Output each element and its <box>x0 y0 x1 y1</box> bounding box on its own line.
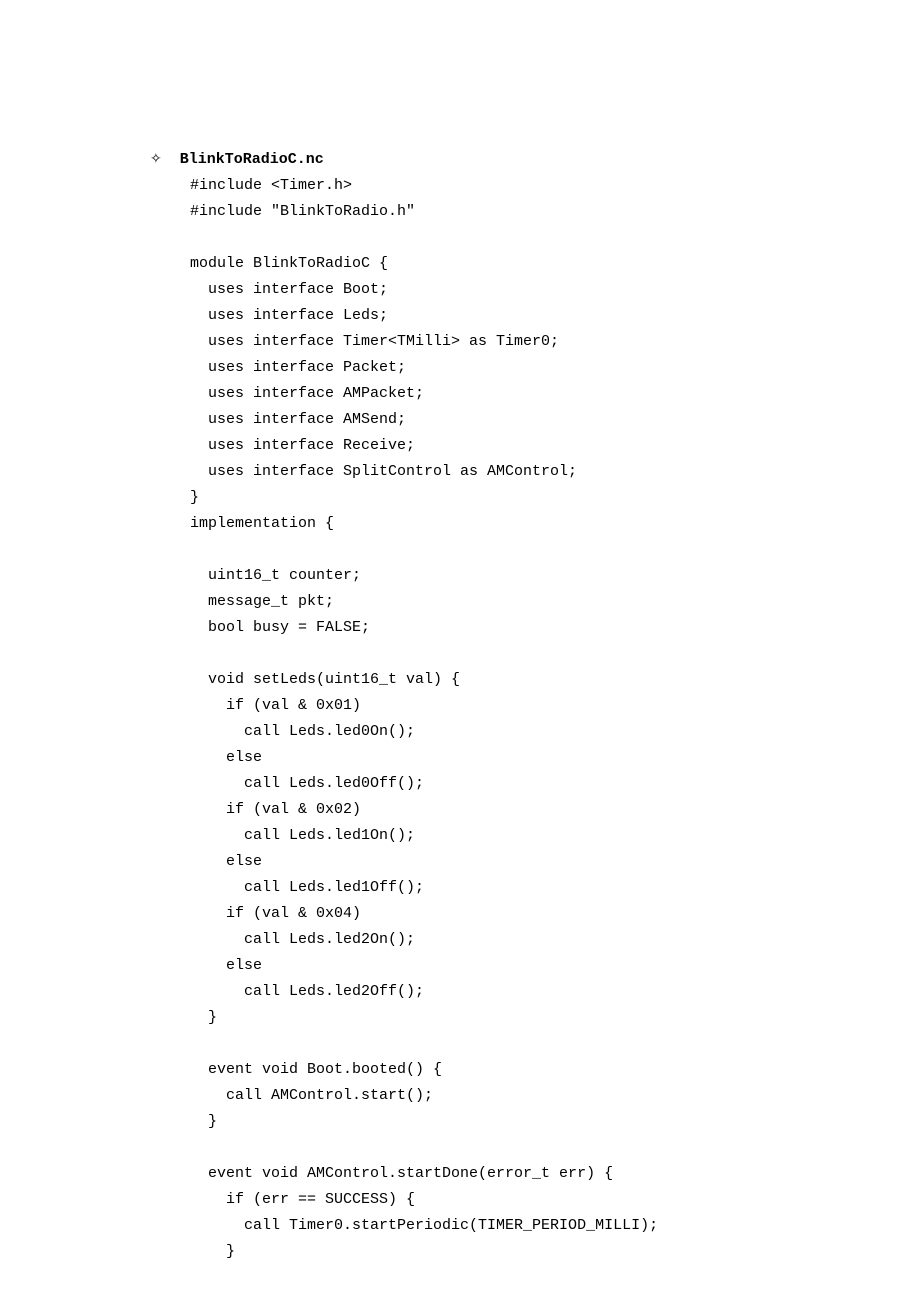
diamond-bullet-icon: ✧ <box>150 145 162 171</box>
code-block: #include <Timer.h> #include "BlinkToRadi… <box>190 173 920 1265</box>
file-heading: BlinkToRadioC.nc <box>180 147 324 173</box>
page-content: ✧ BlinkToRadioC.nc #include <Timer.h> #i… <box>0 0 920 1265</box>
heading-line: ✧ BlinkToRadioC.nc <box>150 145 920 173</box>
